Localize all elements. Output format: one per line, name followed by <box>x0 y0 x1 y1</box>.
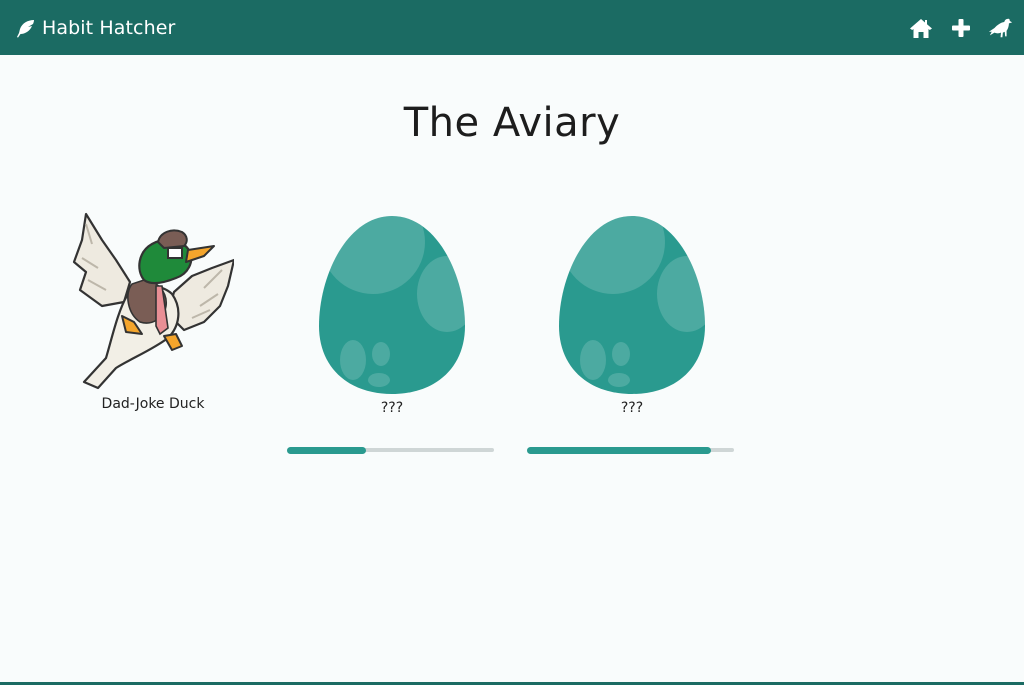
home-icon[interactable] <box>908 15 934 41</box>
egg-card[interactable]: ??? <box>312 214 472 416</box>
nav-actions <box>908 15 1014 41</box>
egg-card[interactable]: ??? <box>552 214 712 416</box>
egg-icon <box>559 216 705 394</box>
egg-name: ??? <box>620 400 644 416</box>
plus-icon[interactable] <box>948 15 974 41</box>
brand-link[interactable]: Habit Hatcher <box>16 17 175 39</box>
feather-icon <box>16 18 36 38</box>
bird-name: Dad-Joke Duck <box>101 396 205 412</box>
duck-illustration <box>72 212 234 390</box>
egg-icon <box>319 216 465 394</box>
brand-name: Habit Hatcher <box>42 16 176 39</box>
bird-icon[interactable] <box>988 15 1014 41</box>
egg-name: ??? <box>380 400 404 416</box>
navbar: Habit Hatcher <box>0 0 1024 55</box>
page-title: The Aviary <box>403 100 621 146</box>
egg-progress-fill <box>527 446 712 454</box>
bird-card[interactable]: Dad-Joke Duck <box>72 210 234 412</box>
egg-progress-bar <box>287 446 494 454</box>
egg-progress-bar <box>527 446 734 454</box>
egg-progress-fill <box>287 446 366 454</box>
